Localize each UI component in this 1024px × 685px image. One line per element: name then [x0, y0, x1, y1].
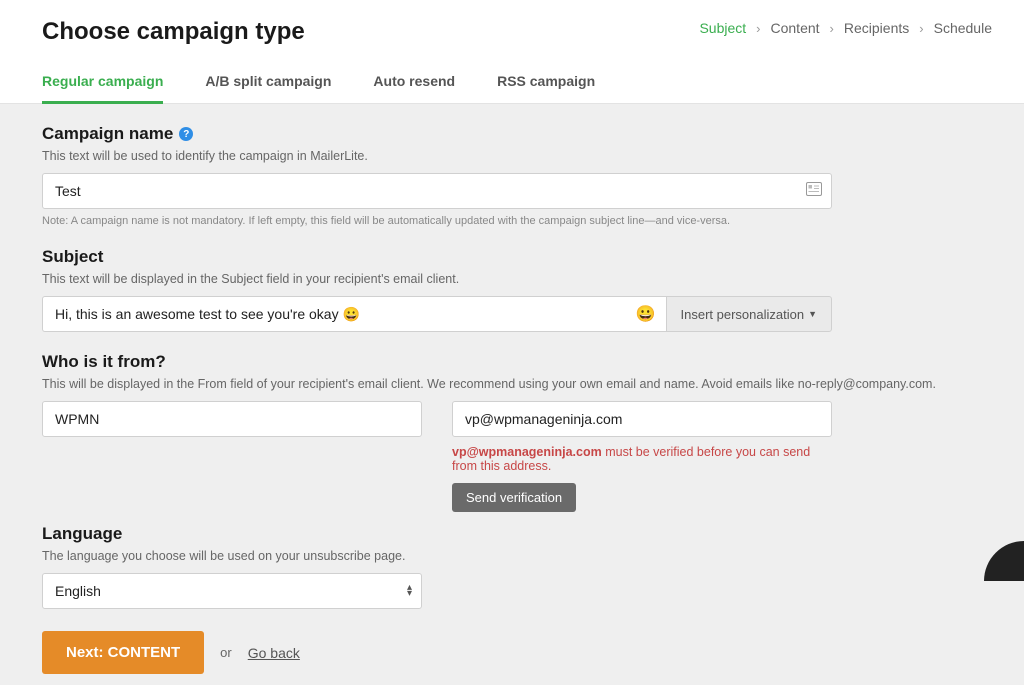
language-select[interactable]: [42, 573, 422, 609]
tab-rss-campaign[interactable]: RSS campaign: [497, 63, 595, 104]
insert-personalization-button[interactable]: Insert personalization ▼: [666, 296, 833, 332]
campaign-name-input[interactable]: [42, 173, 832, 209]
chevron-right-icon: ›: [919, 21, 923, 36]
or-text: or: [220, 645, 232, 660]
insert-personalization-label: Insert personalization: [681, 307, 805, 322]
emoji-picker-icon[interactable]: 😀: [636, 304, 656, 324]
subject-desc: This text will be displayed in the Subje…: [42, 272, 982, 286]
tab-regular-campaign[interactable]: Regular campaign: [42, 63, 163, 104]
campaign-type-tabs: Regular campaign A/B split campaign Auto…: [0, 46, 1024, 104]
chevron-right-icon: ›: [756, 21, 760, 36]
campaign-name-note: Note: A campaign name is not mandatory. …: [42, 215, 982, 227]
send-verification-button[interactable]: Send verification: [452, 483, 576, 512]
subject-label: Subject: [42, 247, 103, 267]
subject-input[interactable]: [42, 296, 666, 332]
help-icon[interactable]: ?: [179, 127, 193, 141]
step-content[interactable]: Content: [771, 20, 820, 36]
step-recipients[interactable]: Recipients: [844, 20, 909, 36]
page-title: Choose campaign type: [42, 18, 305, 46]
language-desc: The language you choose will be used on …: [42, 549, 982, 563]
chevron-right-icon: ›: [830, 21, 834, 36]
from-email-error: vp@wpmanageninja.com must be verified be…: [452, 445, 832, 473]
contact-card-icon[interactable]: [806, 182, 822, 200]
language-label: Language: [42, 524, 122, 544]
step-subject[interactable]: Subject: [699, 20, 746, 36]
from-label: Who is it from?: [42, 352, 166, 372]
from-error-email: vp@wpmanageninja.com: [452, 445, 602, 459]
next-content-button[interactable]: Next: CONTENT: [42, 631, 204, 674]
campaign-name-label: Campaign name: [42, 124, 173, 144]
tab-auto-resend[interactable]: Auto resend: [373, 63, 455, 104]
tab-ab-split-campaign[interactable]: A/B split campaign: [205, 63, 331, 104]
caret-down-icon: ▼: [808, 309, 817, 319]
campaign-name-desc: This text will be used to identify the c…: [42, 149, 982, 163]
wizard-steps: Subject › Content › Recipients › Schedul…: [699, 18, 992, 36]
go-back-link[interactable]: Go back: [248, 645, 300, 661]
from-name-input[interactable]: [42, 401, 422, 437]
step-schedule[interactable]: Schedule: [934, 20, 992, 36]
from-email-input[interactable]: [452, 401, 832, 437]
from-desc: This will be displayed in the From field…: [42, 377, 982, 391]
